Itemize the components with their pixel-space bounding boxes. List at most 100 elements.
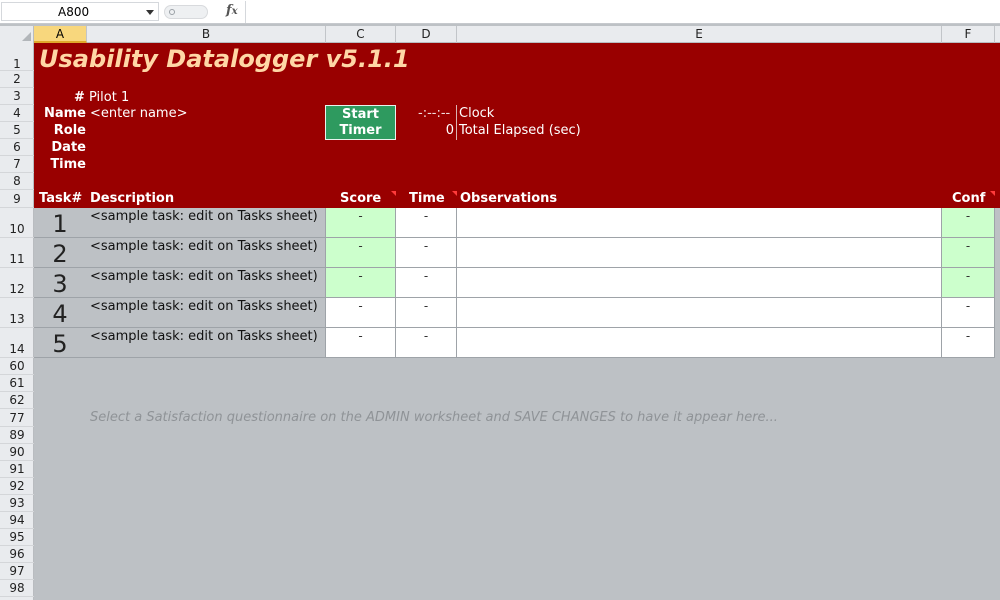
task-description[interactable]: <sample task: edit on Tasks sheet) — [90, 329, 318, 344]
chevron-down-icon[interactable] — [146, 10, 154, 15]
datalogger-header: Usability Datalogger v5.1.1 # Pilot 1 Na… — [34, 43, 1000, 208]
observations-cell[interactable] — [457, 328, 942, 358]
conf-value: - — [965, 269, 971, 283]
time-value: - — [423, 239, 429, 253]
name-field[interactable]: <enter name> — [90, 106, 187, 121]
row-header[interactable]: 97 — [0, 563, 34, 580]
participant-id[interactable]: Pilot 1 — [89, 90, 129, 105]
satisfaction-placeholder: Select a Satisfaction questionnaire on t… — [90, 410, 778, 425]
observations-cell[interactable] — [457, 238, 942, 268]
conf-header: Conf — [952, 191, 986, 206]
conf-cell[interactable]: - — [942, 238, 995, 268]
row-header[interactable]: 96 — [0, 546, 34, 563]
row-header[interactable]: 60 — [0, 358, 34, 375]
row-header[interactable]: 62 — [0, 392, 34, 409]
task-number: 1 — [52, 210, 68, 238]
conf-cell[interactable]: - — [942, 298, 995, 328]
formula-resize-handle[interactable] — [164, 5, 208, 19]
participant-hash: # — [74, 90, 85, 105]
score-cell[interactable]: - — [326, 208, 396, 238]
row-header[interactable]: 98 — [0, 580, 34, 597]
column-header-c[interactable]: C — [326, 26, 396, 43]
start-timer-button[interactable]: Start Timer — [325, 105, 396, 140]
conf-cell[interactable]: - — [942, 328, 995, 358]
handle-icon — [169, 9, 175, 15]
row-header[interactable]: 9 — [0, 190, 34, 208]
row-header[interactable]: 92 — [0, 478, 34, 495]
time-cell[interactable]: - — [396, 328, 457, 358]
observations-header: Observations — [460, 191, 558, 206]
row-header[interactable]: 3 — [0, 88, 34, 105]
row-header[interactable]: 89 — [0, 427, 34, 444]
app-title: Usability Datalogger v5.1.1 — [39, 45, 410, 73]
task-number: 5 — [52, 330, 68, 358]
elapsed-value: 0 — [445, 123, 454, 138]
score-value: - — [358, 299, 363, 313]
time-cell[interactable]: - — [396, 268, 457, 298]
time-value: - — [423, 209, 429, 223]
column-header-a[interactable]: A — [34, 26, 87, 43]
observations-cell[interactable] — [457, 268, 942, 298]
row-header[interactable]: 91 — [0, 461, 34, 478]
row-header[interactable]: 14 — [0, 328, 34, 358]
task-number: 4 — [52, 300, 68, 328]
row-header[interactable]: 7 — [0, 156, 34, 173]
observations-cell[interactable] — [457, 298, 942, 328]
conf-value: - — [965, 239, 971, 253]
row-header[interactable]: 61 — [0, 375, 34, 392]
task-description[interactable]: <sample task: edit on Tasks sheet) — [90, 209, 318, 224]
row-header[interactable]: 2 — [0, 71, 34, 88]
date-label: Date — [51, 140, 86, 155]
score-cell[interactable]: - — [326, 268, 396, 298]
task-description[interactable]: <sample task: edit on Tasks sheet) — [90, 239, 318, 254]
task-description[interactable]: <sample task: edit on Tasks sheet) — [90, 299, 318, 314]
row-header[interactable]: 90 — [0, 444, 34, 461]
time-cell[interactable]: - — [396, 208, 457, 238]
column-header-f[interactable]: F — [942, 26, 995, 43]
row-header[interactable]: 6 — [0, 139, 34, 156]
comment-indicator-icon — [990, 191, 995, 196]
description-header: Description — [90, 191, 175, 206]
comment-indicator-icon — [452, 191, 457, 196]
formula-input[interactable] — [245, 1, 1000, 23]
role-label: Role — [53, 123, 86, 138]
task-number-header: Task# — [39, 191, 83, 206]
score-value: - — [358, 269, 363, 283]
time-cell[interactable]: - — [396, 238, 457, 268]
row-header[interactable]: 94 — [0, 512, 34, 529]
conf-cell[interactable]: - — [942, 208, 995, 238]
row-header[interactable]: 11 — [0, 238, 34, 268]
score-cell[interactable]: - — [326, 298, 396, 328]
select-all-icon — [22, 32, 31, 41]
row-header[interactable]: 93 — [0, 495, 34, 512]
time-value: - — [423, 329, 429, 343]
score-cell[interactable]: - — [326, 238, 396, 268]
observations-cell[interactable] — [457, 208, 942, 238]
formula-controls: fx — [160, 2, 244, 21]
conf-value: - — [965, 329, 971, 343]
row-header[interactable]: 13 — [0, 298, 34, 328]
conf-cell[interactable]: - — [942, 268, 995, 298]
row-header[interactable]: 10 — [0, 208, 34, 238]
column-header-b[interactable]: B — [87, 26, 326, 43]
row-header[interactable]: 1 — [0, 43, 34, 71]
row-header[interactable]: 12 — [0, 268, 34, 298]
row-header[interactable]: 77 — [0, 409, 34, 427]
row-header[interactable]: 4 — [0, 105, 34, 122]
select-all-corner[interactable] — [0, 26, 34, 43]
row-header[interactable]: 5 — [0, 122, 34, 139]
row-header[interactable]: 95 — [0, 529, 34, 546]
row-header[interactable]: 8 — [0, 173, 34, 190]
score-value: - — [358, 209, 363, 223]
comment-indicator-icon — [391, 191, 396, 196]
time-cell[interactable]: - — [396, 298, 457, 328]
column-header-e[interactable]: E — [457, 26, 942, 43]
insert-function-icon[interactable]: fx — [226, 3, 238, 18]
clock-divider — [456, 105, 457, 140]
column-header-d[interactable]: D — [396, 26, 457, 43]
time-label: Time — [50, 157, 86, 172]
task-description[interactable]: <sample task: edit on Tasks sheet) — [90, 269, 318, 284]
score-cell[interactable]: - — [326, 328, 396, 358]
name-box[interactable]: A800 — [1, 2, 159, 21]
row-headers: 1 2 3 4 5 6 7 8 9 10 11 12 13 14 60 61 6… — [0, 43, 34, 600]
